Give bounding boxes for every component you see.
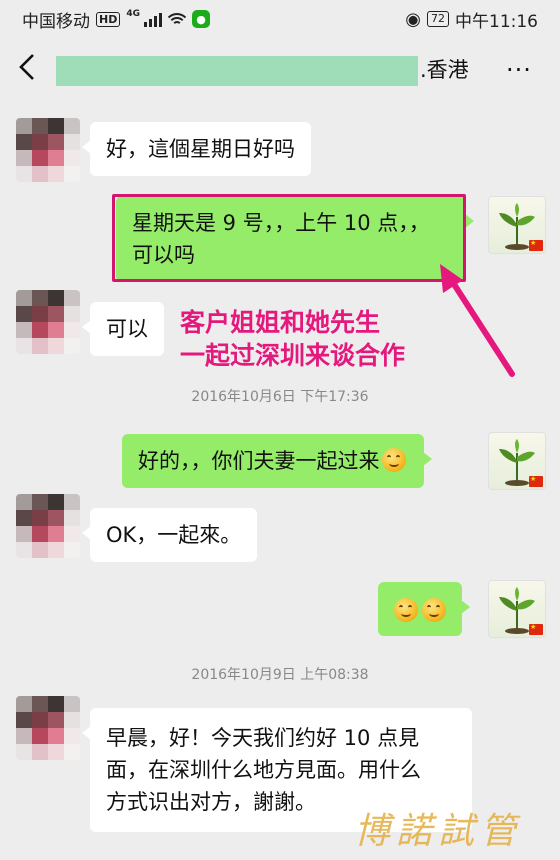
china-flag-icon bbox=[529, 623, 543, 635]
message-text: 好的，，你们夫妻一起过来 bbox=[138, 449, 380, 473]
message-text-line: 早晨，好！今天我们约好 10 点見 bbox=[106, 726, 420, 750]
my-avatar[interactable] bbox=[488, 580, 546, 638]
my-avatar[interactable] bbox=[488, 432, 546, 490]
smile-emoji-icon bbox=[394, 598, 418, 622]
smile-emoji-icon bbox=[381, 448, 406, 472]
timestamp: 2016年10月9日 上午08:38 bbox=[191, 667, 369, 683]
contact-avatar[interactable] bbox=[16, 290, 80, 354]
message-text: 可以 bbox=[106, 317, 148, 341]
watermark-logo: 博諾試管 bbox=[354, 811, 523, 852]
annotation-line: 客户姐姐和她先生 bbox=[180, 308, 381, 337]
china-flag-icon bbox=[529, 475, 543, 487]
message-incoming[interactable]: 可以 bbox=[82, 302, 164, 356]
timestamp: 2016年10月6日 下午17:36 bbox=[191, 389, 369, 405]
annotation-note: 客户姐姐和她先生 一起过深圳来谈合作 bbox=[180, 306, 405, 372]
message-text-line: 面，在深圳什么地方見面。用什么 bbox=[106, 758, 421, 782]
message-outgoing[interactable] bbox=[378, 582, 470, 636]
message-outgoing[interactable]: 好的，，你们夫妻一起过来 bbox=[122, 434, 431, 488]
contact-avatar[interactable] bbox=[16, 696, 80, 760]
message-incoming[interactable]: OK，一起來。 bbox=[81, 508, 258, 562]
smile-emoji-icon bbox=[422, 598, 446, 622]
message-text: OK，一起來。 bbox=[106, 523, 242, 547]
annotation-line: 一起过深圳来谈合作 bbox=[180, 341, 406, 370]
contact-avatar[interactable] bbox=[16, 494, 80, 558]
